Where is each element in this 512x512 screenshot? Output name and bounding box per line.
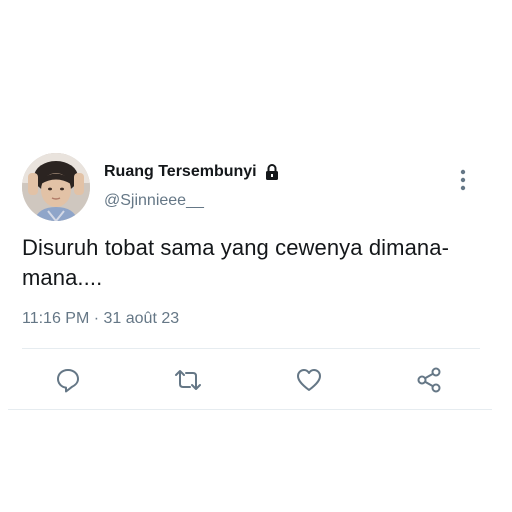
reply-icon <box>57 369 79 393</box>
tweet-card: Ruang Tersembunyi @Sjinnieee__ Disuruh t… <box>0 0 512 512</box>
author-row: Ruang Tersembunyi <box>104 161 281 183</box>
share-button[interactable] <box>414 366 444 394</box>
more-options-button[interactable] <box>453 167 473 193</box>
reply-button[interactable] <box>53 366 83 394</box>
tweet-timestamp[interactable]: 11:16 PM · 31 août 23 <box>22 310 179 328</box>
lock-icon <box>263 163 281 181</box>
like-button[interactable] <box>294 366 324 394</box>
divider <box>22 348 480 349</box>
heart-icon <box>297 369 321 391</box>
retweet-icon <box>175 370 201 390</box>
retweet-button[interactable] <box>173 366 203 394</box>
avatar[interactable] <box>22 153 90 221</box>
avatar-image <box>22 153 90 221</box>
display-name[interactable]: Ruang Tersembunyi <box>104 163 257 181</box>
user-handle[interactable]: @Sjinnieee__ <box>104 192 204 210</box>
share-icon <box>417 367 441 393</box>
tweet-text: Disuruh tobat sama yang cewenya dimana-m… <box>22 235 450 290</box>
more-vertical-icon <box>460 169 466 191</box>
divider <box>8 409 492 410</box>
tweet-page: Ruang Tersembunyi @Sjinnieee__ Disuruh t… <box>0 0 512 512</box>
